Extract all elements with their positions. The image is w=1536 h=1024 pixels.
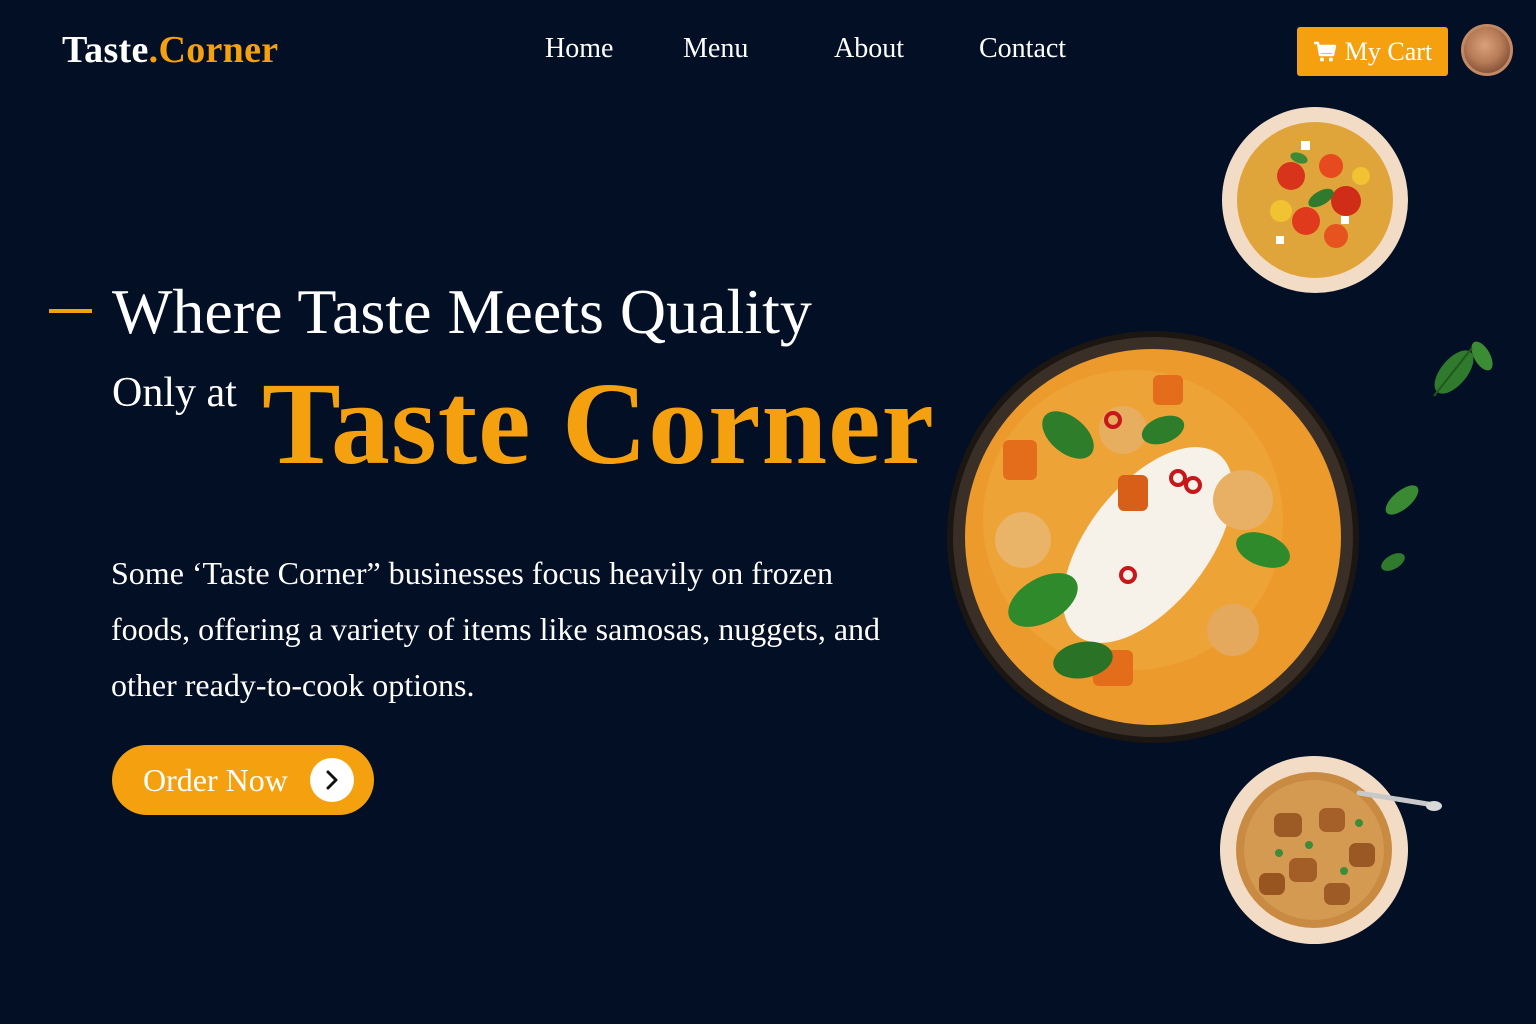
order-now-label: Order Now xyxy=(143,761,288,798)
nav-about-link[interactable]: About xyxy=(834,33,904,65)
hero-tagline: Where Taste Meets Quality xyxy=(112,276,812,347)
chevron-right-icon xyxy=(310,758,354,802)
my-cart-button[interactable]: My Cart xyxy=(1297,27,1448,76)
order-now-button[interactable]: Order Now xyxy=(112,745,374,815)
hero-description: Some ‘Taste Corner” businesses focus hea… xyxy=(111,555,881,703)
basil-leaf-decoration xyxy=(1381,553,1405,571)
nav-contact-link[interactable]: Contact xyxy=(979,33,1066,65)
basil-leaf-decoration xyxy=(1385,485,1419,515)
curry-bowl-image xyxy=(947,331,1359,743)
site-logo[interactable]: Taste .Corner xyxy=(62,28,278,72)
logo-text-corner: .Corner xyxy=(148,29,279,71)
fried-rice-bowl-image xyxy=(1220,756,1442,944)
basil-leaf-decoration xyxy=(1433,341,1493,397)
hero-brand-title: Taste Corner xyxy=(262,358,935,489)
landing-page: Taste .Corner Home Menu About Contact My … xyxy=(0,0,1536,1024)
cart-icon xyxy=(1313,41,1336,61)
my-cart-label: My Cart xyxy=(1344,36,1433,66)
user-avatar[interactable] xyxy=(1461,24,1513,76)
salsa-bowl-image xyxy=(1222,107,1408,293)
logo-text-taste: Taste xyxy=(62,29,149,71)
tagline-accent-dash xyxy=(49,309,92,313)
hero-only-at: Only at xyxy=(112,370,237,416)
nav-menu-link[interactable]: Menu xyxy=(683,33,748,65)
nav-home-link[interactable]: Home xyxy=(545,33,613,65)
